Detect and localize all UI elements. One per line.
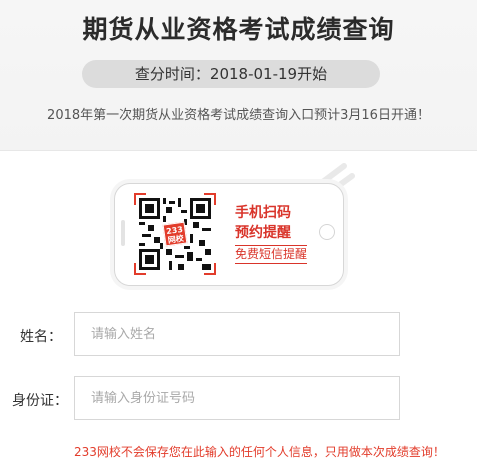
- name-label: 姓名：: [20, 329, 62, 345]
- phone-home-button: [319, 224, 335, 240]
- name-row: 姓名：: [0, 312, 477, 358]
- privacy-note: 233网校不会保存您在此输入的任何个人信息，只用做本次成绩查询！: [74, 445, 445, 459]
- page-title: 期货从业资格考试成绩查询: [82, 15, 395, 44]
- id-card-input[interactable]: [74, 376, 400, 420]
- qr-code-area: 233网校: [134, 193, 216, 275]
- id-row: 身份证：: [0, 376, 477, 422]
- promo-line-scan: 手机扫码: [235, 205, 291, 221]
- sms-reminder-link[interactable]: 免费短信提醒: [235, 245, 308, 264]
- name-input[interactable]: [74, 312, 400, 356]
- promo-line-reminder: 预约提醒: [235, 225, 291, 241]
- id-label: 身份证：: [12, 393, 68, 409]
- notice-text: 2018年第一次期货从业资格考试成绩查询入口预计3月16日开通！: [47, 108, 430, 123]
- promo-text: 手机扫码 预约提醒 免费短信提醒: [235, 203, 308, 264]
- header-section: 期货从业资格考试成绩查询 查分时间：2018-01-19开始 2018年第一次期…: [0, 0, 477, 151]
- query-time-badge: 查分时间：2018-01-19开始: [82, 60, 380, 88]
- qr-badge-logo: 233网校: [162, 221, 188, 247]
- phone-speaker: [121, 220, 125, 246]
